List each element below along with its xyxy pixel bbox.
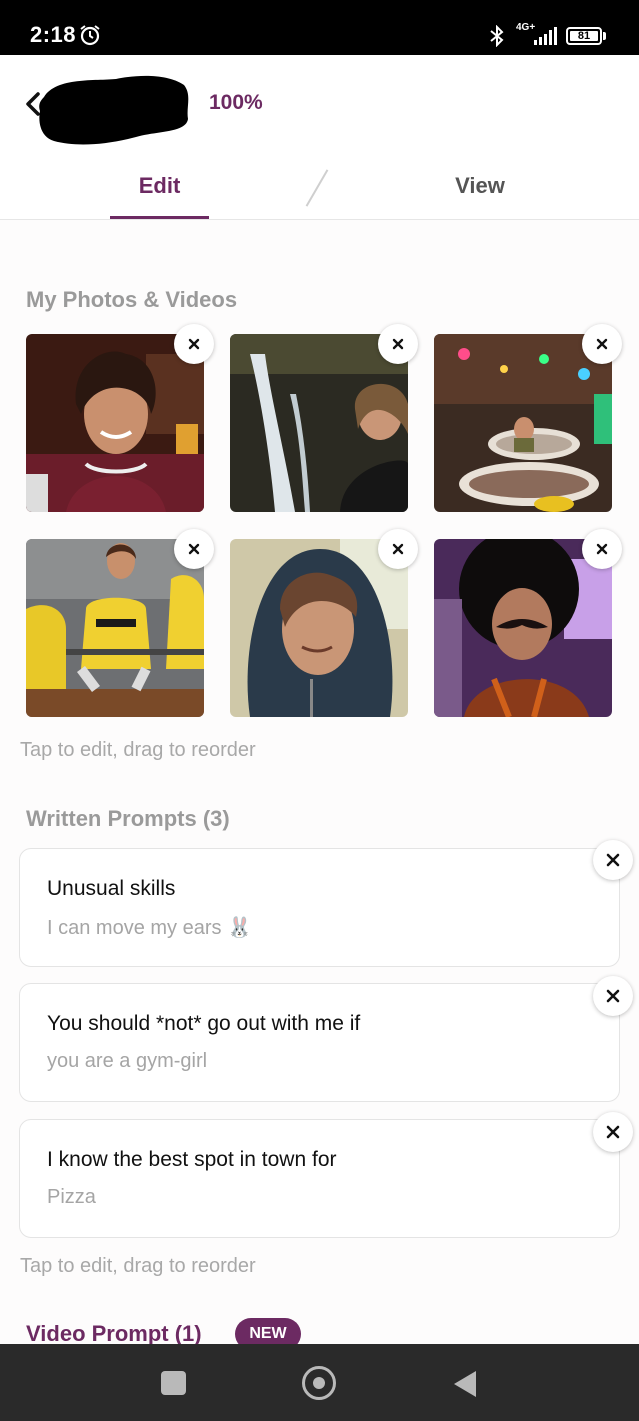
photo-tile-4[interactable] [26, 539, 204, 717]
photo-tile-3[interactable] [434, 334, 612, 512]
bluetooth-icon [490, 25, 504, 47]
photo-tile-1[interactable] [26, 334, 204, 512]
bunny-emoji: 🐰 [227, 917, 252, 939]
close-icon [392, 543, 404, 555]
photo-3-image [434, 334, 612, 512]
close-icon [188, 338, 200, 350]
close-icon [596, 543, 608, 555]
network-type: 4G+ [516, 22, 536, 33]
battery-level: 81 [570, 31, 598, 42]
remove-prompt-1-button[interactable] [593, 840, 633, 880]
photo-tile-2[interactable] [230, 334, 408, 512]
close-icon [392, 338, 404, 350]
header-divider [0, 219, 639, 220]
photo-tile-6[interactable] [434, 539, 612, 717]
photos-section-title: My Photos & Videos [26, 287, 238, 312]
alarm-icon [80, 25, 100, 46]
photo-2-image [230, 334, 408, 512]
remove-photo-3-button[interactable] [582, 324, 622, 364]
prompt-question: You should *not* go out with me if [47, 1012, 361, 1035]
prompt-answer: you are a gym-girl [47, 1050, 208, 1072]
photo-tile-5[interactable] [230, 539, 408, 717]
photo-5-image [230, 539, 408, 717]
remove-photo-6-button[interactable] [582, 529, 622, 569]
remove-prompt-2-button[interactable] [593, 976, 633, 1016]
photo-6-image [434, 539, 612, 717]
home-icon[interactable] [302, 1366, 336, 1400]
prompt-card-2[interactable]: You should *not* go out with me if you a… [19, 983, 620, 1102]
prompt-question: I know the best spot in town for [47, 1148, 337, 1171]
tab-divider [305, 169, 329, 207]
prompt-card-3[interactable]: I know the best spot in town for Pizza [19, 1119, 620, 1238]
nav-back-icon[interactable] [452, 1369, 478, 1399]
system-nav-bar [0, 1344, 639, 1421]
profile-completion: 100% [209, 91, 263, 114]
prompts-section-title: Written Prompts (3) [26, 806, 230, 831]
remove-photo-1-button[interactable] [174, 324, 214, 364]
prompt-answer: Pizza [47, 1186, 96, 1208]
photos-hint: Tap to edit, drag to reorder [20, 739, 256, 761]
close-icon [606, 853, 620, 867]
photo-1-image [26, 334, 204, 512]
prompt-question: Unusual skills [47, 877, 176, 900]
status-time: 2:18 [30, 22, 77, 47]
tab-edit[interactable]: Edit [110, 173, 209, 199]
photo-4-image [26, 539, 204, 717]
home-icon-dot [313, 1377, 325, 1389]
close-icon [188, 543, 200, 555]
prompt-answer: I can move my ears 🐰 [47, 915, 252, 940]
prompts-hint: Tap to edit, drag to reorder [20, 1255, 256, 1277]
close-icon [596, 338, 608, 350]
prompt-answer-text: I can move my ears [47, 917, 222, 939]
redacted-name [39, 75, 189, 145]
recents-icon[interactable] [161, 1371, 186, 1395]
close-icon [606, 1125, 620, 1139]
profile-header: 100% Edit View [0, 55, 639, 220]
remove-photo-2-button[interactable] [378, 324, 418, 364]
remove-prompt-3-button[interactable] [593, 1112, 633, 1152]
close-icon [606, 989, 620, 1003]
signal-icon [534, 27, 557, 45]
battery-icon: 81 [566, 27, 602, 45]
prompt-card-1[interactable]: Unusual skills I can move my ears 🐰 [19, 848, 620, 967]
battery-tip [603, 32, 606, 40]
remove-photo-5-button[interactable] [378, 529, 418, 569]
remove-photo-4-button[interactable] [174, 529, 214, 569]
tab-view[interactable]: View [430, 173, 530, 199]
status-bar: 2:18 4G+ 81 [0, 0, 639, 55]
